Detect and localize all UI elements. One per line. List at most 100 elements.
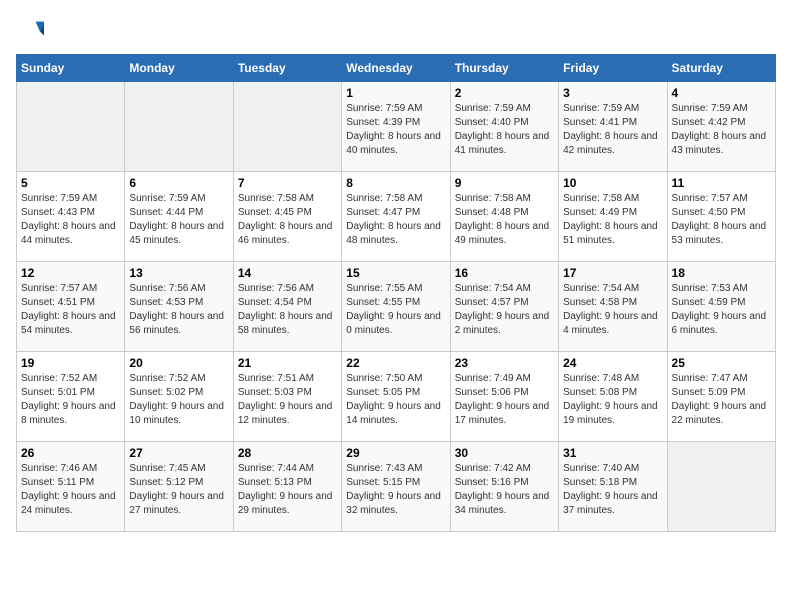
day-number: 25 <box>672 356 771 370</box>
header-row: SundayMondayTuesdayWednesdayThursdayFrid… <box>17 55 776 82</box>
day-info: Sunrise: 7:59 AM Sunset: 4:44 PM Dayligh… <box>129 192 228 248</box>
calendar-cell: 6 Sunrise: 7:59 AM Sunset: 4:44 PM Daylig… <box>125 172 233 262</box>
day-info: Sunrise: 7:42 AM Sunset: 5:16 PM Dayligh… <box>455 462 554 518</box>
calendar-cell: 23 Sunrise: 7:49 AM Sunset: 5:06 PM Dayli… <box>450 352 558 442</box>
day-info: Sunrise: 7:59 AM Sunset: 4:43 PM Dayligh… <box>21 192 120 248</box>
calendar-cell <box>17 82 125 172</box>
calendar-cell: 31Sunrise: 7:40 AM Sunset: 5:18 PM Dayli… <box>559 442 667 532</box>
calendar-cell: 28 Sunrise: 7:44 AM Sunset: 5:13 PM Dayli… <box>233 442 341 532</box>
calendar-cell: 11 Sunrise: 7:57 AM Sunset: 4:50 PM Dayli… <box>667 172 775 262</box>
logo-icon <box>16 16 44 44</box>
calendar-week-row: 19Sunrise: 7:52 AM Sunset: 5:01 PM Dayli… <box>17 352 776 442</box>
day-number: 23 <box>455 356 554 370</box>
day-number: 3 <box>563 86 662 100</box>
day-number: 24 <box>563 356 662 370</box>
calendar-cell: 26 Sunrise: 7:46 AM Sunset: 5:11 PM Dayli… <box>17 442 125 532</box>
page-header <box>16 16 776 44</box>
calendar-week-row: 12 Sunrise: 7:57 AM Sunset: 4:51 PM Dayli… <box>17 262 776 352</box>
calendar-cell <box>233 82 341 172</box>
weekday-header: Friday <box>559 55 667 82</box>
calendar-cell: 19Sunrise: 7:52 AM Sunset: 5:01 PM Dayli… <box>17 352 125 442</box>
day-info: Sunrise: 7:57 AM Sunset: 4:50 PM Dayligh… <box>672 192 771 248</box>
day-number: 2 <box>455 86 554 100</box>
day-number: 10 <box>563 176 662 190</box>
calendar-cell: 25 Sunrise: 7:47 AM Sunset: 5:09 PM Dayli… <box>667 352 775 442</box>
day-info: Sunrise: 7:59 AM Sunset: 4:42 PM Dayligh… <box>672 102 771 158</box>
day-info: Sunrise: 7:54 AM Sunset: 4:58 PM Dayligh… <box>563 282 662 338</box>
calendar-cell: 5 Sunrise: 7:59 AM Sunset: 4:43 PM Daylig… <box>17 172 125 262</box>
day-info: Sunrise: 7:48 AM Sunset: 5:08 PM Dayligh… <box>563 372 662 428</box>
calendar-cell: 27 Sunrise: 7:45 AM Sunset: 5:12 PM Dayli… <box>125 442 233 532</box>
calendar-week-row: 1Sunrise: 7:59 AM Sunset: 4:39 PM Daylig… <box>17 82 776 172</box>
day-number: 16 <box>455 266 554 280</box>
calendar-cell: 14 Sunrise: 7:56 AM Sunset: 4:54 PM Dayli… <box>233 262 341 352</box>
calendar-cell: 7Sunrise: 7:58 AM Sunset: 4:45 PM Daylig… <box>233 172 341 262</box>
day-info: Sunrise: 7:56 AM Sunset: 4:54 PM Dayligh… <box>238 282 337 338</box>
day-number: 13 <box>129 266 228 280</box>
day-info: Sunrise: 7:52 AM Sunset: 5:01 PM Dayligh… <box>21 372 120 428</box>
day-info: Sunrise: 7:45 AM Sunset: 5:12 PM Dayligh… <box>129 462 228 518</box>
day-number: 9 <box>455 176 554 190</box>
calendar-cell: 12 Sunrise: 7:57 AM Sunset: 4:51 PM Dayli… <box>17 262 125 352</box>
weekday-header: Saturday <box>667 55 775 82</box>
calendar-cell: 15 Sunrise: 7:55 AM Sunset: 4:55 PM Dayli… <box>342 262 450 352</box>
day-number: 31 <box>563 446 662 460</box>
day-info: Sunrise: 7:55 AM Sunset: 4:55 PM Dayligh… <box>346 282 445 338</box>
calendar-week-row: 5 Sunrise: 7:59 AM Sunset: 4:43 PM Daylig… <box>17 172 776 262</box>
day-info: Sunrise: 7:56 AM Sunset: 4:53 PM Dayligh… <box>129 282 228 338</box>
day-info: Sunrise: 7:44 AM Sunset: 5:13 PM Dayligh… <box>238 462 337 518</box>
calendar-cell <box>667 442 775 532</box>
calendar-cell: 13 Sunrise: 7:56 AM Sunset: 4:53 PM Dayli… <box>125 262 233 352</box>
day-info: Sunrise: 7:54 AM Sunset: 4:57 PM Dayligh… <box>455 282 554 338</box>
day-info: Sunrise: 7:59 AM Sunset: 4:40 PM Dayligh… <box>455 102 554 158</box>
day-number: 17 <box>563 266 662 280</box>
calendar-table: SundayMondayTuesdayWednesdayThursdayFrid… <box>16 54 776 532</box>
day-number: 15 <box>346 266 445 280</box>
day-number: 21 <box>238 356 337 370</box>
day-info: Sunrise: 7:58 AM Sunset: 4:47 PM Dayligh… <box>346 192 445 248</box>
day-info: Sunrise: 7:53 AM Sunset: 4:59 PM Dayligh… <box>672 282 771 338</box>
calendar-cell: 3 Sunrise: 7:59 AM Sunset: 4:41 PM Daylig… <box>559 82 667 172</box>
day-info: Sunrise: 7:59 AM Sunset: 4:41 PM Dayligh… <box>563 102 662 158</box>
calendar-cell: 18Sunrise: 7:53 AM Sunset: 4:59 PM Dayli… <box>667 262 775 352</box>
day-number: 7 <box>238 176 337 190</box>
calendar-cell <box>125 82 233 172</box>
day-info: Sunrise: 7:57 AM Sunset: 4:51 PM Dayligh… <box>21 282 120 338</box>
weekday-header: Wednesday <box>342 55 450 82</box>
day-number: 12 <box>21 266 120 280</box>
day-info: Sunrise: 7:46 AM Sunset: 5:11 PM Dayligh… <box>21 462 120 518</box>
day-info: Sunrise: 7:43 AM Sunset: 5:15 PM Dayligh… <box>346 462 445 518</box>
calendar-cell: 30Sunrise: 7:42 AM Sunset: 5:16 PM Dayli… <box>450 442 558 532</box>
calendar-cell: 20Sunrise: 7:52 AM Sunset: 5:02 PM Dayli… <box>125 352 233 442</box>
day-number: 14 <box>238 266 337 280</box>
day-number: 27 <box>129 446 228 460</box>
day-info: Sunrise: 7:49 AM Sunset: 5:06 PM Dayligh… <box>455 372 554 428</box>
calendar-cell: 10 Sunrise: 7:58 AM Sunset: 4:49 PM Dayli… <box>559 172 667 262</box>
calendar-cell: 4 Sunrise: 7:59 AM Sunset: 4:42 PM Daylig… <box>667 82 775 172</box>
day-number: 5 <box>21 176 120 190</box>
day-number: 6 <box>129 176 228 190</box>
calendar-cell: 2 Sunrise: 7:59 AM Sunset: 4:40 PM Daylig… <box>450 82 558 172</box>
calendar-week-row: 26 Sunrise: 7:46 AM Sunset: 5:11 PM Dayli… <box>17 442 776 532</box>
calendar-cell: 29 Sunrise: 7:43 AM Sunset: 5:15 PM Dayli… <box>342 442 450 532</box>
day-number: 26 <box>21 446 120 460</box>
calendar-cell: 9 Sunrise: 7:58 AM Sunset: 4:48 PM Daylig… <box>450 172 558 262</box>
day-number: 22 <box>346 356 445 370</box>
day-info: Sunrise: 7:52 AM Sunset: 5:02 PM Dayligh… <box>129 372 228 428</box>
calendar-cell: 16 Sunrise: 7:54 AM Sunset: 4:57 PM Dayli… <box>450 262 558 352</box>
day-info: Sunrise: 7:59 AM Sunset: 4:39 PM Dayligh… <box>346 102 445 158</box>
day-info: Sunrise: 7:58 AM Sunset: 4:48 PM Dayligh… <box>455 192 554 248</box>
calendar-cell: 17 Sunrise: 7:54 AM Sunset: 4:58 PM Dayli… <box>559 262 667 352</box>
day-number: 4 <box>672 86 771 100</box>
day-number: 8 <box>346 176 445 190</box>
day-info: Sunrise: 7:51 AM Sunset: 5:03 PM Dayligh… <box>238 372 337 428</box>
day-number: 29 <box>346 446 445 460</box>
day-number: 11 <box>672 176 771 190</box>
calendar-cell: 24 Sunrise: 7:48 AM Sunset: 5:08 PM Dayli… <box>559 352 667 442</box>
day-number: 28 <box>238 446 337 460</box>
day-info: Sunrise: 7:47 AM Sunset: 5:09 PM Dayligh… <box>672 372 771 428</box>
calendar-cell: 8 Sunrise: 7:58 AM Sunset: 4:47 PM Daylig… <box>342 172 450 262</box>
day-info: Sunrise: 7:58 AM Sunset: 4:49 PM Dayligh… <box>563 192 662 248</box>
logo <box>16 16 48 44</box>
calendar-cell: 1Sunrise: 7:59 AM Sunset: 4:39 PM Daylig… <box>342 82 450 172</box>
